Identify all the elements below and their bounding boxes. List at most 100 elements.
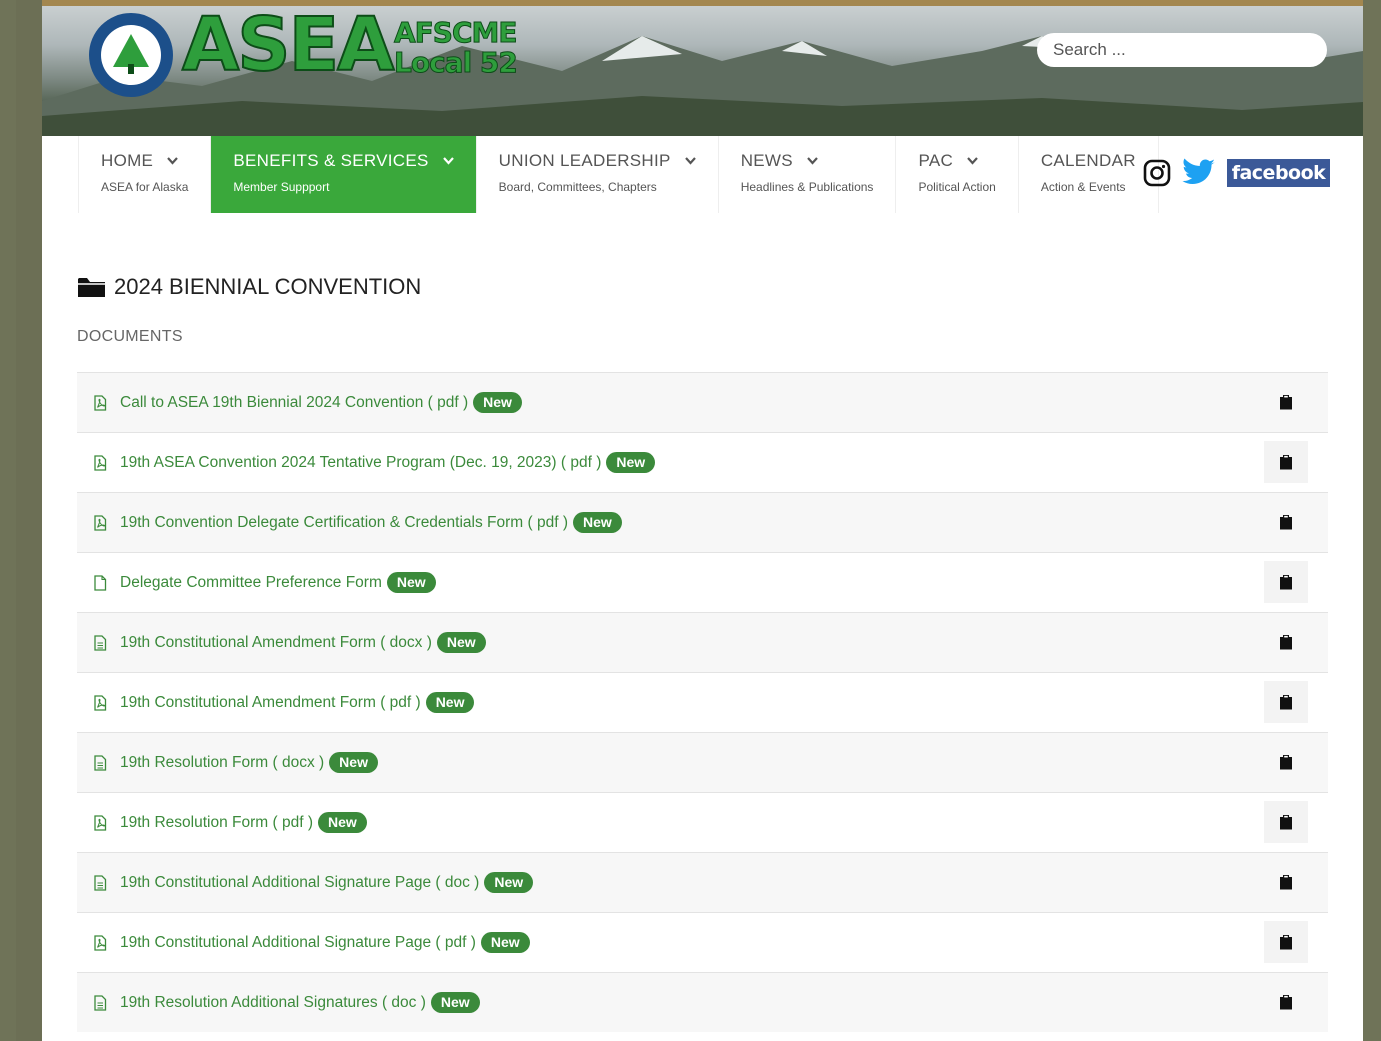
document-row: Call to ASEA 19th Biennial 2024 Conventi… [77, 372, 1328, 432]
new-badge: New [484, 872, 534, 893]
page-frame-right [1363, 0, 1381, 1041]
pdf-file-icon [94, 514, 107, 531]
document-link[interactable]: 19th Constitutional Amendment Form ( pdf… [120, 694, 421, 712]
document-title: 19th ASEA Convention 2024 Tentative Prog… [120, 453, 557, 471]
twitter-icon[interactable] [1181, 158, 1217, 188]
clipboard-button[interactable] [1264, 741, 1308, 783]
document-link[interactable]: 19th Resolution Form ( pdf ) [120, 814, 313, 832]
nav-title-home: HOME [101, 151, 154, 170]
document-row: 19th Constitutional Additional Signature… [77, 912, 1328, 972]
clipboard-button[interactable] [1264, 981, 1308, 1023]
clipboard-button[interactable] [1264, 501, 1308, 543]
nav-title-pac: PAC [918, 151, 954, 170]
nav-item-home[interactable]: HOME ASEA for Alaska [78, 136, 212, 213]
nav-title-calendar: CALENDAR [1040, 151, 1136, 170]
clipboard-button[interactable] [1264, 381, 1308, 423]
logo-sub-line2: Local 52 [394, 46, 519, 79]
document-row: Delegate Committee Preference Form New [77, 552, 1328, 612]
document-title: 19th Resolution Form [120, 813, 269, 831]
clipboard-button[interactable] [1264, 621, 1308, 663]
clipboard-icon [1280, 995, 1292, 1010]
nav-sub-home: ASEA for Alaska [101, 180, 189, 194]
nav-item-pac[interactable]: PAC Political Action [896, 136, 1019, 213]
page-frame-left [0, 0, 16, 1041]
logo-subtitle: AFSCME Local 52 [394, 17, 519, 79]
nav-title-union-leadership: UNION LEADERSHIP [498, 151, 671, 170]
document-ext: ( pdf ) [431, 933, 476, 951]
clipboard-icon [1280, 755, 1292, 770]
pdf-file-icon [94, 934, 107, 951]
nav-item-calendar[interactable]: CALENDAR Action & Events [1019, 136, 1159, 213]
new-badge: New [329, 752, 378, 773]
document-row: 19th Convention Delegate Certification &… [77, 492, 1328, 552]
nav-item-benefits[interactable]: BENEFITS & SERVICES Member Suppport [211, 136, 477, 213]
blank-file-icon [94, 574, 107, 591]
chevron-down-icon [684, 157, 696, 165]
document-ext: ( pdf ) [556, 453, 602, 471]
logo-wordmark[interactable]: ASEA [181, 7, 395, 83]
clipboard-button[interactable] [1264, 921, 1308, 963]
document-title: 19th Constitutional Amendment Form [120, 693, 376, 711]
pdf-file-icon [94, 814, 107, 831]
document-title: Call to ASEA 19th Biennial 2024 Conventi… [120, 393, 424, 411]
document-row: 19th ASEA Convention 2024 Tentative Prog… [77, 432, 1328, 492]
clipboard-button[interactable] [1264, 561, 1308, 603]
clipboard-icon [1280, 515, 1292, 530]
clipboard-button[interactable] [1264, 681, 1308, 723]
document-link[interactable]: 19th Resolution Form ( docx ) [120, 754, 324, 772]
document-row: 19th Resolution Form ( docx ) New [77, 732, 1328, 792]
document-title: 19th Convention Delegate Certification &… [120, 513, 524, 531]
document-link[interactable]: 19th Constitutional Additional Signature… [120, 874, 479, 892]
document-row: 19th Constitutional Amendment Form ( doc… [77, 612, 1328, 672]
document-link[interactable]: 19th Constitutional Additional Signature… [120, 934, 476, 952]
document-link[interactable]: Call to ASEA 19th Biennial 2024 Conventi… [120, 394, 468, 412]
new-badge: New [430, 992, 480, 1013]
social-links: facebook [1143, 158, 1330, 188]
document-link[interactable]: 19th Constitutional Amendment Form ( doc… [120, 634, 432, 652]
document-ext: ( docx ) [375, 633, 432, 651]
new-badge: New [573, 512, 622, 533]
document-link[interactable]: 19th Resolution Additional Signatures ( … [120, 994, 426, 1012]
pdf-file-icon [94, 694, 107, 711]
category-title: 2024 BIENNIAL CONVENTION [114, 274, 422, 299]
facebook-icon[interactable]: facebook [1227, 159, 1330, 187]
clipboard-button[interactable] [1264, 861, 1308, 903]
documents-list: Call to ASEA 19th Biennial 2024 Conventi… [77, 372, 1328, 1032]
new-badge: New [317, 812, 367, 833]
clipboard-icon [1280, 635, 1292, 650]
nav-sub-benefits: Member Suppport [233, 180, 330, 194]
asea-seal-logo[interactable] [88, 12, 174, 98]
nav-item-union-leadership[interactable]: UNION LEADERSHIP Board, Committees, Chap… [477, 136, 719, 213]
clipboard-icon [1280, 875, 1292, 890]
search-input[interactable]: Search ... [1037, 33, 1327, 67]
new-badge: New [386, 572, 436, 593]
pdf-file-icon [94, 394, 107, 411]
document-link[interactable]: Delegate Committee Preference Form [120, 574, 382, 592]
document-link[interactable]: 19th Convention Delegate Certification &… [120, 514, 568, 532]
header-banner: ASEA AFSCME Local 52 Search ... [42, 6, 1363, 136]
document-ext: ( pdf ) [375, 693, 421, 711]
category-heading: 2024 BIENNIAL CONVENTION [77, 274, 421, 300]
document-title: 19th Constitutional Amendment Form [120, 633, 376, 651]
document-title: 19th Constitutional Additional Signature… [120, 873, 432, 891]
chevron-down-icon [967, 157, 978, 165]
nav-item-news[interactable]: NEWS Headlines & Publications [719, 136, 897, 213]
document-link[interactable]: 19th ASEA Convention 2024 Tentative Prog… [120, 454, 601, 472]
clipboard-button[interactable] [1264, 801, 1308, 843]
nav-title-news: NEWS [740, 151, 793, 170]
chevron-down-icon [807, 157, 818, 165]
word-file-icon [94, 874, 107, 891]
instagram-icon[interactable] [1143, 159, 1171, 187]
document-title: 19th Constitutional Additional Signature… [120, 933, 432, 951]
document-ext: ( doc ) [431, 873, 480, 891]
document-ext: ( pdf ) [523, 513, 569, 531]
nav-title-benefits: BENEFITS & SERVICES [233, 151, 429, 170]
documents-section-label: DOCUMENTS [77, 328, 183, 345]
nav-sub-pac: Political Action [918, 180, 996, 194]
document-ext: ( pdf ) [268, 813, 313, 831]
clipboard-button[interactable] [1264, 441, 1308, 483]
nav-sub-calendar: Action & Events [1040, 180, 1126, 194]
clipboard-icon [1280, 815, 1292, 830]
document-title: 19th Resolution Additional Signatures [120, 993, 378, 1011]
word-file-icon [94, 634, 107, 651]
